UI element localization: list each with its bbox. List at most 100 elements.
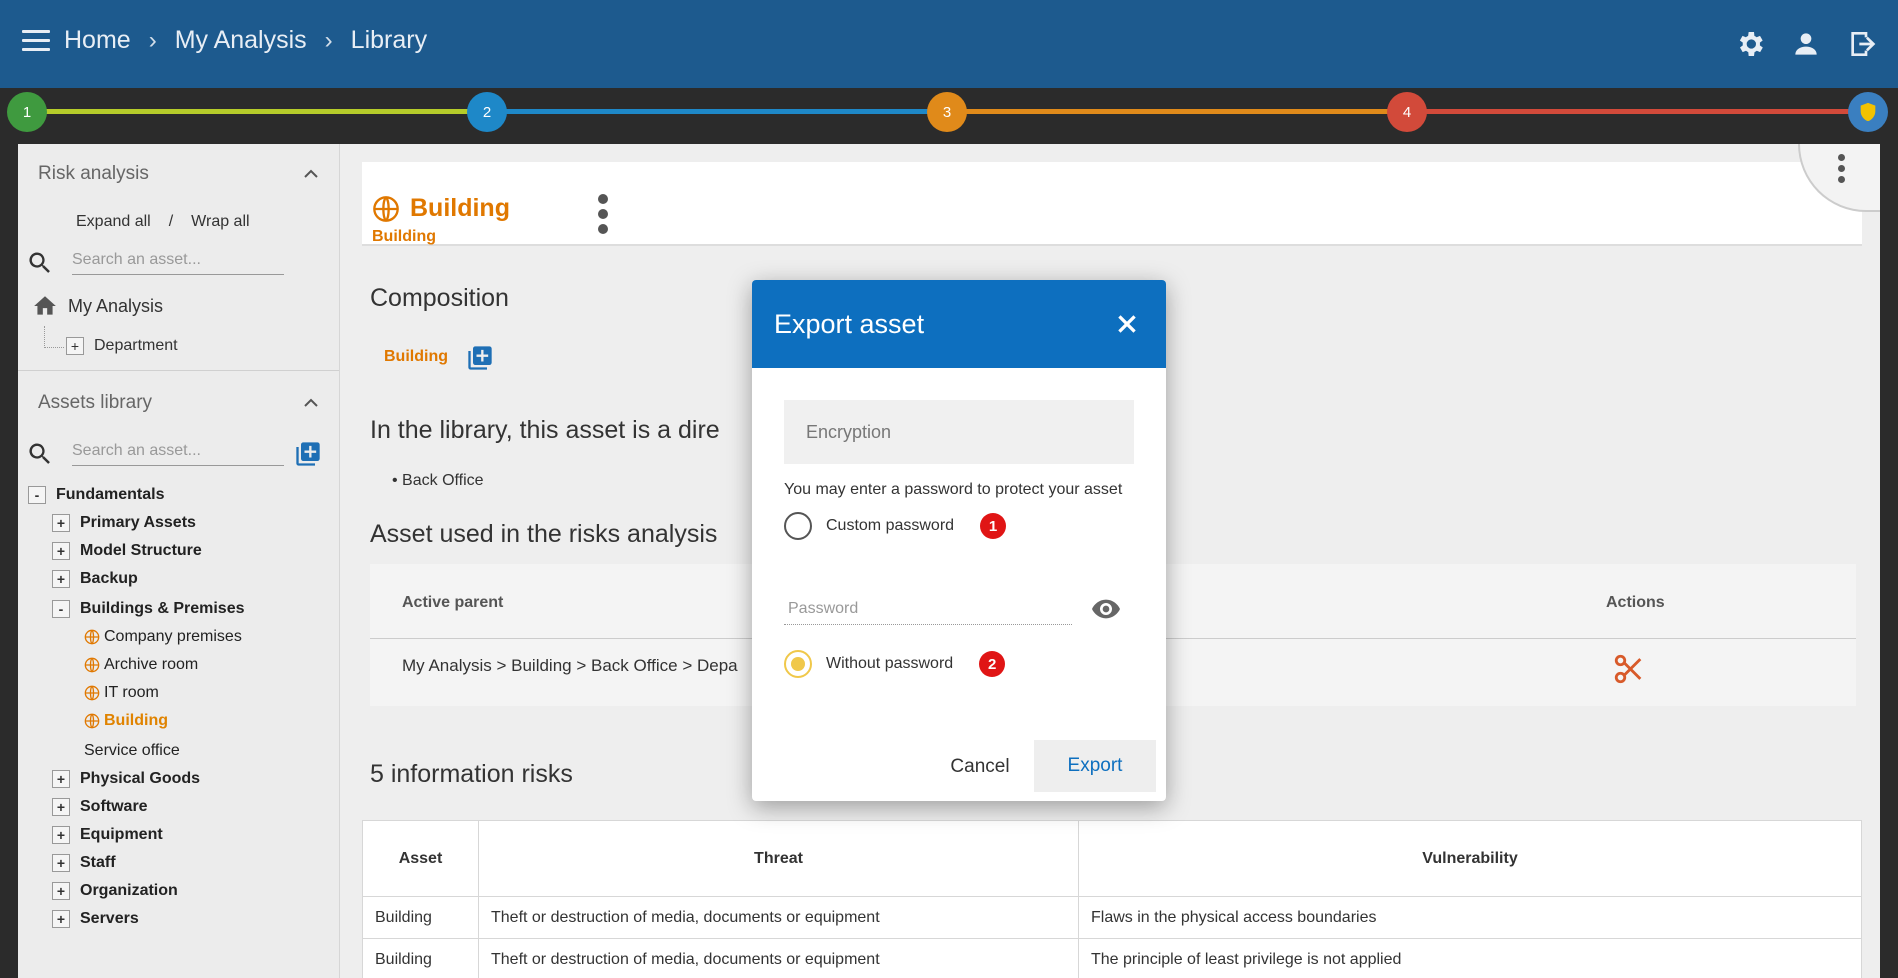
- password-input[interactable]: Password: [784, 600, 1072, 625]
- breadcrumb: Home › My Analysis › Library: [64, 26, 427, 55]
- top-bar: Home › My Analysis › Library: [0, 0, 1898, 88]
- tree-item[interactable]: Building: [18, 707, 339, 735]
- tree-item[interactable]: IT room: [18, 679, 339, 707]
- breadcrumb-my-analysis[interactable]: My Analysis: [175, 26, 307, 55]
- step-line-2: [490, 109, 950, 114]
- badge-2: 2: [979, 651, 1006, 677]
- cancel-button[interactable]: Cancel: [930, 742, 1030, 792]
- search-icon: [29, 252, 50, 273]
- collapse-toggle[interactable]: -: [28, 486, 46, 504]
- add-composition-icon[interactable]: [466, 344, 494, 372]
- library-parent-text: In the library, this asset is a dire: [370, 416, 720, 444]
- user-account-icon[interactable]: [1790, 28, 1822, 60]
- tree-connector: [44, 326, 64, 348]
- step-4[interactable]: 4: [1387, 92, 1427, 132]
- export-button[interactable]: Export: [1034, 740, 1156, 792]
- used-row-path: My Analysis > Building > Back Office > D…: [402, 656, 738, 675]
- step-2[interactable]: 2: [467, 92, 507, 132]
- step-line-1: [28, 109, 490, 114]
- tree-item[interactable]: Company premises: [18, 623, 339, 651]
- tree-item[interactable]: + Software: [18, 793, 339, 821]
- breadcrumb-home[interactable]: Home: [64, 26, 131, 55]
- breadcrumb-library[interactable]: Library: [351, 26, 427, 55]
- tree-item-label: Equipment: [80, 826, 163, 843]
- tree-item-label: Building: [104, 712, 168, 729]
- expand-toggle[interactable]: +: [52, 542, 70, 560]
- tree-item-label: Archive room: [104, 656, 199, 673]
- hamburger-menu-icon[interactable]: [22, 30, 50, 58]
- expand-toggle[interactable]: +: [52, 854, 70, 872]
- expand-toggle[interactable]: +: [52, 514, 70, 532]
- composition-title: Composition: [370, 284, 509, 312]
- close-icon[interactable]: [1114, 311, 1140, 337]
- col-threat: Threat: [478, 820, 1079, 897]
- dialog-title: Export asset: [774, 308, 925, 339]
- expand-toggle[interactable]: +: [66, 337, 84, 355]
- tree-item-label: IT room: [104, 684, 159, 701]
- home-icon: [34, 296, 56, 315]
- chevron-up-icon[interactable]: [303, 395, 319, 411]
- expand-toggle[interactable]: +: [52, 910, 70, 928]
- chevron-up-icon[interactable]: [303, 166, 319, 182]
- tree-item[interactable]: - Fundamentals: [18, 481, 339, 509]
- expand-toggle[interactable]: +: [52, 570, 70, 588]
- wrap-all-button[interactable]: Wrap all: [191, 213, 249, 231]
- tree-item-label: Servers: [80, 910, 139, 927]
- without-password-option[interactable]: Without password 2: [784, 650, 1006, 678]
- chevron-right-icon: ›: [148, 26, 157, 54]
- tree-item[interactable]: + Model Structure: [18, 537, 339, 565]
- logout-icon[interactable]: [1846, 28, 1878, 60]
- tree-root-my-analysis[interactable]: My Analysis: [18, 286, 339, 326]
- expand-toggle[interactable]: +: [52, 770, 70, 788]
- assets-library-title: Assets library: [38, 392, 153, 413]
- tree-item[interactable]: - Buildings & Premises: [18, 595, 339, 623]
- risk-analysis-title: Risk analysis: [38, 163, 149, 184]
- tree-item[interactable]: Archive room: [18, 651, 339, 679]
- custom-password-radio[interactable]: [784, 512, 812, 540]
- tree-item[interactable]: + Staff: [18, 849, 339, 877]
- table-row[interactable]: Building Theft or destruction of media, …: [362, 938, 1862, 978]
- tree-item-label: Staff: [80, 854, 116, 871]
- badge-1: 1: [980, 513, 1007, 539]
- encryption-field[interactable]: Encryption: [784, 400, 1134, 464]
- step-final-shield-icon[interactable]: [1848, 92, 1888, 132]
- collapse-toggle[interactable]: -: [52, 600, 70, 618]
- tree-item-label: Backup: [80, 570, 138, 587]
- without-password-radio[interactable]: [784, 650, 812, 678]
- expand-toggle[interactable]: +: [52, 798, 70, 816]
- add-asset-icon[interactable]: [294, 440, 322, 468]
- tree-item[interactable]: + Primary Assets: [18, 509, 339, 537]
- asset-more-options-icon[interactable]: [598, 194, 608, 234]
- assets-library-header[interactable]: Assets library: [18, 375, 339, 431]
- password-hint: You may enter a password to protect your…: [784, 481, 1123, 498]
- tree-item-label: Service office: [84, 742, 180, 759]
- export-asset-dialog: Export asset Encryption You may enter a …: [752, 280, 1166, 801]
- tree-item[interactable]: + Physical Goods: [18, 765, 339, 793]
- custom-password-option[interactable]: Custom password 1: [784, 512, 1007, 540]
- tree-item-label: Buildings & Premises: [80, 600, 245, 617]
- page-more-options-icon[interactable]: [1838, 154, 1845, 183]
- risk-analysis-header[interactable]: Risk analysis: [18, 144, 339, 204]
- globe-icon: [84, 685, 100, 701]
- step-3[interactable]: 3: [927, 92, 967, 132]
- show-password-eye-icon[interactable]: [1090, 593, 1122, 625]
- tree-item[interactable]: Service office: [18, 737, 339, 765]
- cut-scissors-icon[interactable]: [1612, 652, 1646, 686]
- expand-toggle[interactable]: +: [52, 882, 70, 900]
- tree-item[interactable]: + Organization: [18, 877, 339, 905]
- expand-toggle[interactable]: +: [52, 826, 70, 844]
- assets-library-search-input[interactable]: Search an asset...: [72, 442, 284, 466]
- step-1[interactable]: 1: [7, 92, 47, 132]
- expand-all-button[interactable]: Expand all: [76, 213, 151, 231]
- globe-icon: [84, 713, 100, 729]
- tree-item-department[interactable]: + Department: [18, 326, 339, 366]
- composition-item[interactable]: Building: [384, 348, 448, 366]
- tree-item[interactable]: + Backup: [18, 565, 339, 593]
- tree-item[interactable]: + Equipment: [18, 821, 339, 849]
- risk-analysis-search-input[interactable]: Search an asset...: [72, 251, 284, 275]
- table-row[interactable]: Building Theft or destruction of media, …: [362, 896, 1862, 939]
- globe-icon: [84, 629, 100, 645]
- settings-gear-icon[interactable]: [1734, 28, 1766, 60]
- used-in-analysis-title: Asset used in the risks analysis: [370, 520, 718, 548]
- tree-item[interactable]: + Servers: [18, 905, 339, 933]
